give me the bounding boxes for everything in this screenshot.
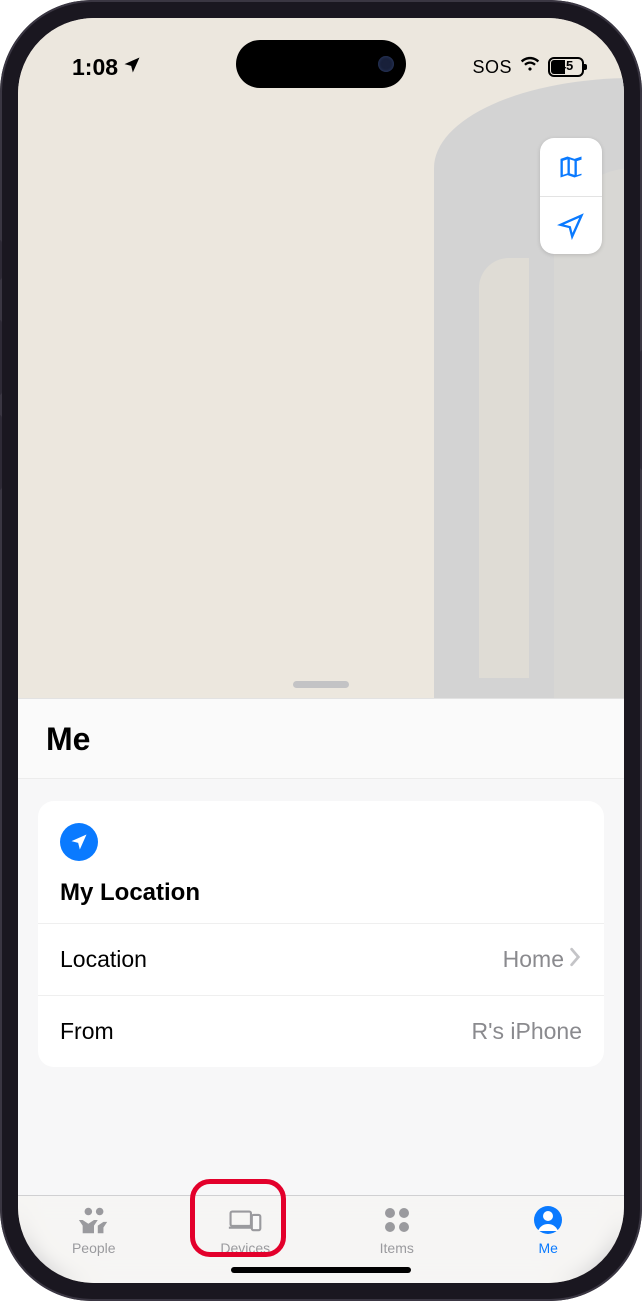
sheet-body: My Location Location Home From (18, 779, 624, 1195)
map-region (479, 258, 529, 678)
location-services-icon (122, 54, 142, 81)
recenter-button[interactable] (540, 196, 602, 254)
bottom-sheet[interactable]: Me My Location Location Home (18, 698, 624, 1195)
card-header: My Location (38, 801, 604, 923)
dynamic-island (236, 40, 406, 88)
tab-me[interactable]: Me (473, 1202, 625, 1256)
location-row[interactable]: Location Home (38, 923, 604, 995)
my-location-card: My Location Location Home From (38, 801, 604, 1067)
sheet-grabber[interactable] (293, 681, 349, 688)
tab-items[interactable]: Items (321, 1202, 473, 1256)
people-icon (77, 1202, 111, 1238)
sheet-header: Me (18, 699, 624, 779)
location-row-label: Location (60, 946, 147, 973)
my-location-label: My Location (60, 879, 582, 907)
tab-label: People (72, 1240, 116, 1256)
devices-icon (228, 1202, 262, 1238)
location-arrow-icon (60, 823, 98, 861)
front-camera (378, 56, 394, 72)
screen: 1:08 SOS 45 (18, 18, 624, 1283)
battery-icon: 45 (548, 57, 584, 77)
volume-up-button (0, 320, 2, 395)
tab-label: Items (380, 1240, 414, 1256)
map-view[interactable] (18, 18, 624, 698)
map-controls (540, 138, 602, 254)
status-time: 1:08 (72, 54, 118, 81)
location-row-value: Home (503, 946, 564, 973)
items-icon (380, 1202, 414, 1238)
volume-down-button (0, 415, 2, 490)
home-indicator[interactable] (231, 1267, 411, 1273)
tab-label: Me (539, 1240, 558, 1256)
sos-indicator: SOS (472, 57, 512, 78)
wifi-icon (520, 54, 540, 80)
tab-label: Devices (220, 1240, 270, 1256)
chevron-right-icon (568, 946, 582, 973)
from-row[interactable]: From R's iPhone (38, 995, 604, 1067)
map-mode-button[interactable] (540, 138, 602, 196)
mute-switch (0, 240, 2, 280)
from-row-value: R's iPhone (471, 1018, 582, 1045)
phone-frame: 1:08 SOS 45 (0, 0, 642, 1301)
from-row-label: From (60, 1018, 114, 1045)
tab-people[interactable]: People (18, 1202, 170, 1256)
sheet-title: Me (46, 721, 596, 758)
tab-devices[interactable]: Devices (170, 1202, 322, 1256)
me-icon (531, 1202, 565, 1238)
